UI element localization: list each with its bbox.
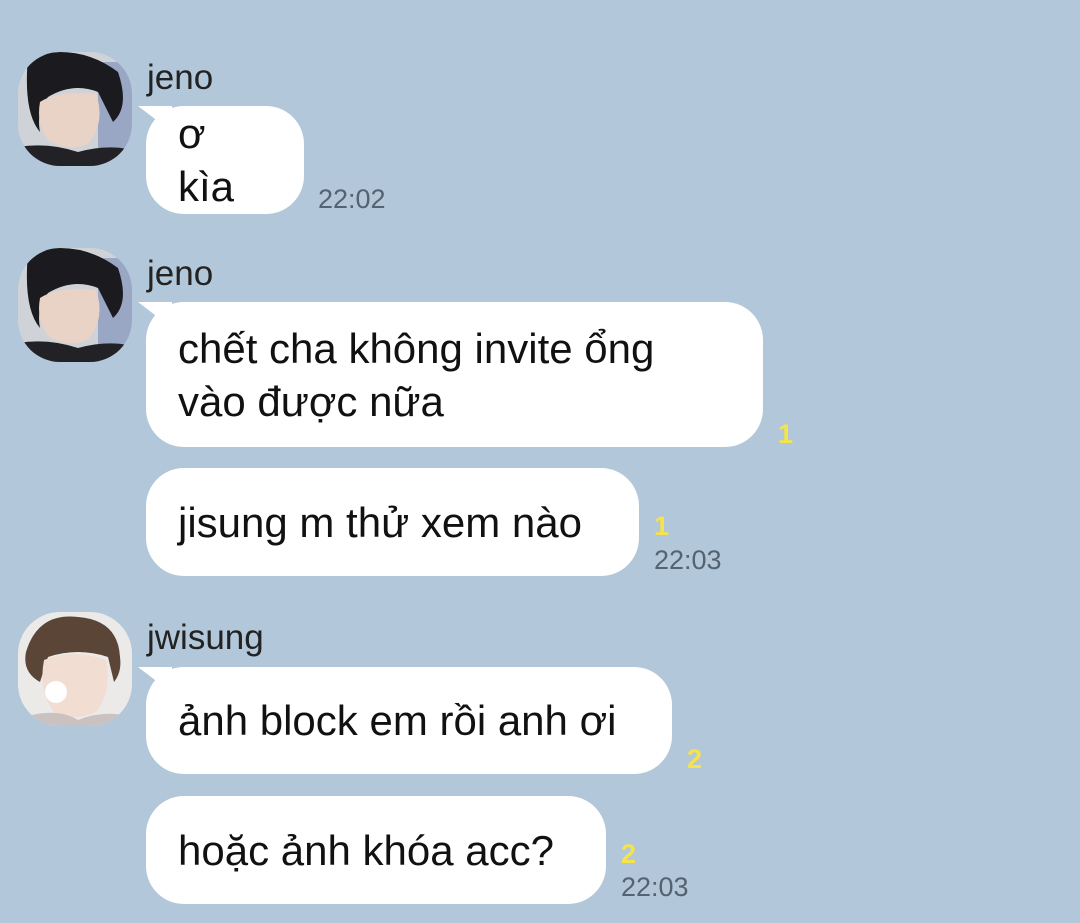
avatar-jeno[interactable]	[18, 52, 132, 166]
message-text: chết cha không invite ổng vào được nữa	[178, 324, 655, 425]
sender-name: jeno	[147, 58, 214, 97]
message-text: ơ kìa	[178, 110, 235, 210]
message-text: ảnh block em rồi anh ơi	[178, 697, 617, 744]
sender-name: jeno	[147, 254, 214, 293]
message-bubble[interactable]: ơ kìa	[146, 106, 304, 214]
unread-count: 1	[778, 419, 794, 449]
timestamp: 22:03	[621, 872, 689, 902]
message-text: jisung m thử xem nào	[178, 498, 582, 546]
sender-name: jwisung	[147, 618, 264, 657]
profile-photo-dark-hair-icon	[18, 52, 132, 166]
unread-count: 1	[654, 511, 670, 541]
avatar-jeno[interactable]	[18, 248, 132, 362]
avatar-jwisung[interactable]	[18, 612, 132, 726]
unread-count: 2	[687, 744, 703, 774]
unread-count: 2	[621, 839, 637, 869]
timestamp: 22:02	[318, 184, 386, 214]
message-bubble[interactable]: chết cha không invite ổng vào được nữa	[146, 302, 763, 447]
message-bubble[interactable]: jisung m thử xem nào	[146, 468, 639, 576]
profile-photo-light-background-icon	[18, 612, 132, 726]
profile-photo-dark-hair-icon	[18, 248, 132, 362]
message-bubble[interactable]: ảnh block em rồi anh ơi	[146, 667, 672, 774]
message-text: hoặc ảnh khóa acc?	[178, 826, 554, 874]
timestamp: 22:03	[654, 545, 722, 575]
message-bubble[interactable]: hoặc ảnh khóa acc?	[146, 796, 606, 904]
